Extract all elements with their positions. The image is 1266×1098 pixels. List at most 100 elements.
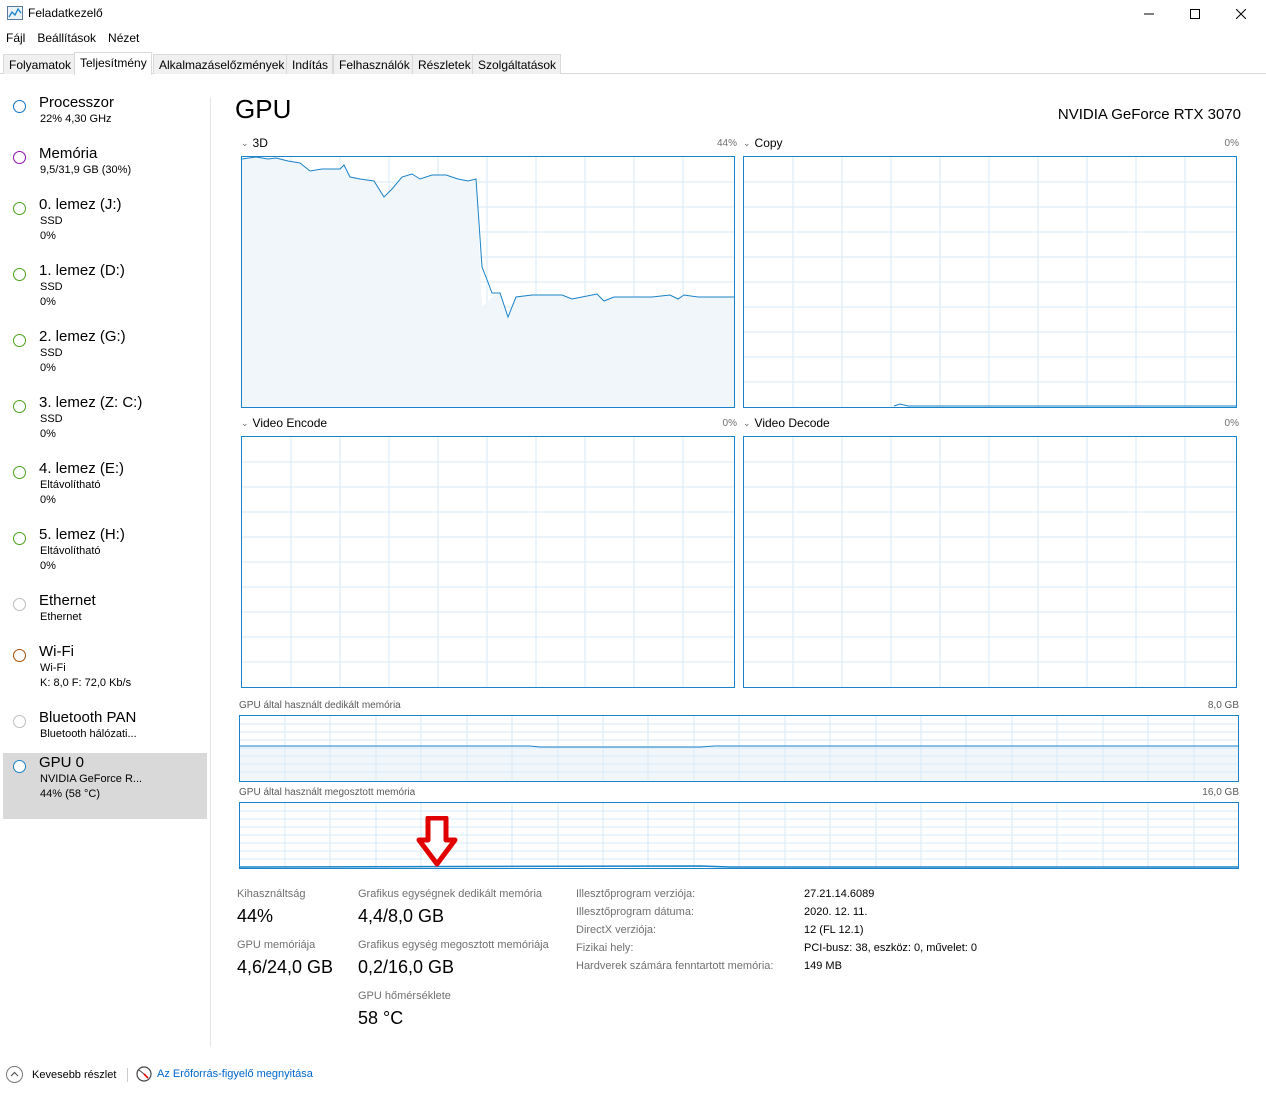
graph-video-encode-plot [242,437,734,687]
graph-video-decode-plot [744,437,1236,687]
tab-performance[interactable]: Teljesítmény [74,52,152,75]
footer-separator [127,1068,128,1082]
minimize-button[interactable] [1126,0,1172,28]
sidebar-item-subtitle: Ethernet [40,611,82,623]
page-title: GPU [235,94,292,124]
grid [744,157,1236,407]
graph-3d-label[interactable]: ⌄ 3D [241,136,268,150]
gpu-memory-label: GPU memóriája [237,939,316,951]
dedicated-memory-stat-value: 4,4/8,0 GB [358,906,445,926]
gpu-device-name: NVIDIA GeForce RTX 3070 [1057,106,1241,123]
dedicated-memory-graph [239,715,1239,782]
graph-copy [743,156,1237,408]
graph-copy-title: Copy [754,136,783,150]
sidebar-item-0-lemez-j[interactable]: 0. lemez (J:) SSD 0% [3,195,207,259]
status-circle-icon [13,532,26,545]
sidebar-divider [210,97,211,1047]
shared-memory-plot [240,803,1238,868]
sidebar-item-4-lemez-e[interactable]: 4. lemez (E:) Eltávolítható 0% [3,459,207,523]
shared-memory-max: 16,0 GB [1202,787,1239,798]
graph-video-encode-title: Video Encode [252,416,328,430]
chevron-down-icon: ⌄ [743,418,751,428]
sidebar-item-detail: 0% [40,230,56,242]
tab-users[interactable]: Felhasználók [333,54,415,74]
menu-view[interactable]: Nézet [102,29,145,49]
tab-processes[interactable]: Folyamatok [3,54,77,74]
sidebar-item-detail: 44% (58 °C) [40,788,101,800]
driver-date-value: 2020. 12. 11. [804,906,868,918]
sidebar-item-subtitle: SSD [40,281,63,293]
open-resource-monitor-link[interactable]: Az Erőforrás-figyelő megnyitása [136,1066,313,1082]
graph-3d [241,156,735,408]
graph-video-encode-percent: 0% [722,418,737,429]
sidebar-item-subtitle: Wi-Fi [40,662,66,674]
sidebar-item-subtitle: Bluetooth hálózati... [40,728,137,740]
tab-app-history[interactable]: Alkalmazáselőzmények [153,54,290,74]
physical-location-value: PCI-busz: 38, eszköz: 0, művelet: 0 [804,942,978,954]
sidebar-item-gpu-0[interactable]: GPU 0 NVIDIA GeForce R... 44% (58 °C) [3,753,207,819]
graph-copy-label[interactable]: ⌄ Copy [743,136,783,150]
chevron-up-icon [6,1066,23,1083]
resource-monitor-icon [136,1066,152,1082]
sidebar-item-ethernet[interactable]: Ethernet Ethernet [3,591,207,641]
sidebar-item-detail: 0% [40,296,56,308]
hardware-reserved-memory-value: 149 MB [804,960,842,972]
sidebar-item-mem-ria[interactable]: Memória 9,5/31,9 GB (30%) [3,144,207,194]
down-arrow-icon [416,816,458,867]
tab-services[interactable]: Szolgáltatások [472,54,562,74]
sidebar-item-detail: K: 8,0 F: 72,0 Kb/s [40,677,132,689]
graph-video-encode-label[interactable]: ⌄ Video Encode [241,416,327,430]
sidebar-item-detail: 0% [40,362,56,374]
dedicated-memory-max: 8,0 GB [1207,700,1239,711]
status-circle-icon [13,760,26,773]
sidebar-item-5-lemez-h[interactable]: 5. lemez (H:) Eltávolítható 0% [3,525,207,589]
sidebar-item-subtitle: Eltávolítható [40,479,101,491]
status-circle-icon [13,202,26,215]
menu-file[interactable]: Fájl [0,29,31,49]
sidebar: Processzor 22% 4,30 GHz Memória 9,5/31,9 GB… [0,75,210,1047]
open-resource-monitor-label: Az Erőforrás-figyelő megnyitása [157,1068,313,1080]
status-circle-icon [13,100,26,113]
sidebar-item-2-lemez-g[interactable]: 2. lemez (G:) SSD 0% [3,327,207,391]
menu-bar: Fájl Beállítások Nézet [0,29,145,49]
sidebar-item-3-lemez-z-c[interactable]: 3. lemez (Z: C:) SSD 0% [3,393,207,457]
maximize-button[interactable] [1172,0,1218,28]
sidebar-item-wi-fi[interactable]: Wi-Fi Wi-Fi K: 8,0 F: 72,0 Kb/s [3,642,207,706]
sidebar-item-detail: 0% [40,494,56,506]
sidebar-item-title: 5. lemez (H:) [39,526,125,543]
fewer-details-button[interactable]: Kevesebb részlet [6,1066,116,1083]
tab-startup[interactable]: Indítás [286,54,334,74]
gpu-temperature-value: 58 °C [358,1008,404,1028]
tab-details[interactable]: Részletek [412,54,476,74]
chevron-down-icon: ⌄ [241,138,249,148]
title-bar: Feladatkezelő [0,0,1266,28]
sidebar-item-title: 4. lemez (E:) [39,460,125,477]
sidebar-item-processzor[interactable]: Processzor 22% 4,30 GHz [3,93,207,143]
status-circle-icon [13,466,26,479]
sidebar-item-title: 1. lemez (D:) [39,262,125,279]
sidebar-item-subtitle: NVIDIA GeForce R... [40,773,143,785]
graph-video-encode [241,436,735,688]
chevron-down-icon: ⌄ [241,418,249,428]
shared-memory-graph [239,802,1239,869]
utilization-label: Kihasználtság [237,888,306,900]
sidebar-item-1-lemez-d[interactable]: 1. lemez (D:) SSD 0% [3,261,207,325]
shared-memory-stat-value: 0,2/16,0 GB [358,957,455,977]
menu-settings[interactable]: Beállítások [31,29,102,49]
close-icon [1236,9,1246,19]
grid [242,437,734,687]
graph-video-decode-label[interactable]: ⌄ Video Decode [743,416,830,430]
dedicated-memory-label: GPU által használt dedikált memória [239,700,401,711]
sidebar-item-subtitle: Eltávolítható [40,545,101,557]
close-button[interactable] [1218,0,1264,28]
task-manager-icon [7,6,23,20]
sidebar-item-title: Ethernet [39,592,96,609]
minimize-icon [1144,13,1154,15]
status-circle-icon [13,598,26,611]
sidebar-item-bluetooth-pan[interactable]: Bluetooth PAN Bluetooth hálózati... [3,708,207,752]
sidebar-item-title: Processzor [39,94,115,111]
graph-3d-title: 3D [252,136,268,150]
status-circle-icon [13,400,26,413]
status-circle-icon [13,334,26,347]
graph-3d-percent: 44% [716,138,737,149]
